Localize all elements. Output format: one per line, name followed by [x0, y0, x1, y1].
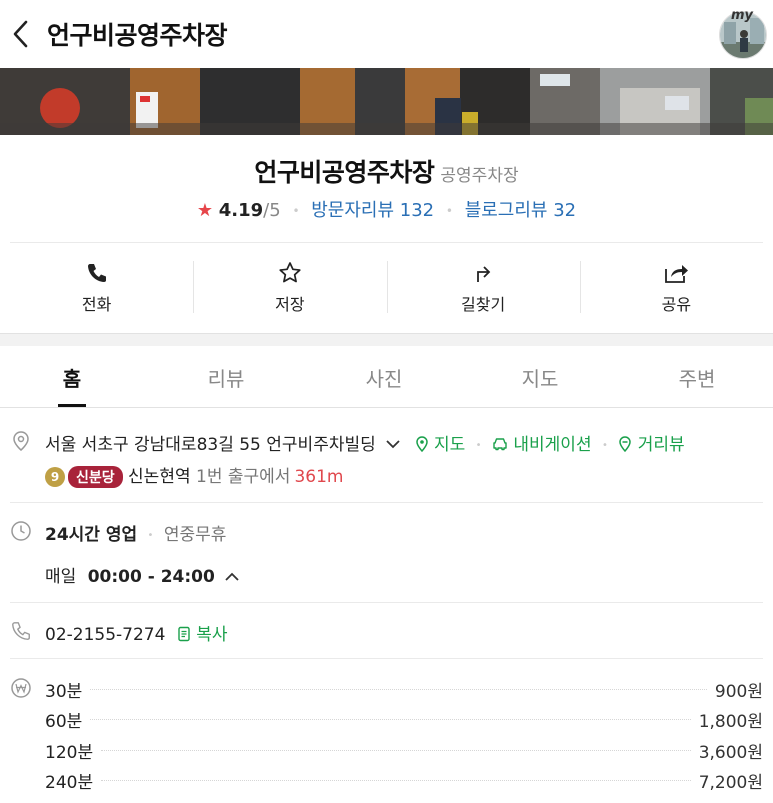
copy-icon [178, 626, 190, 642]
hours-time: 00:00 - 24:00 [87, 567, 215, 587]
copy-phone-button[interactable]: 복사 [177, 625, 228, 645]
won-currency-icon [10, 677, 32, 699]
star-icon: ★ [196, 200, 214, 221]
fee-leader [90, 718, 691, 720]
active-tab-indicator [58, 404, 86, 407]
clock-icon [10, 520, 32, 542]
hours-day: 매일 [45, 567, 77, 587]
fee-duration: 30분 [45, 681, 83, 702]
share-button[interactable]: 공유 [579, 243, 773, 331]
tab-photos[interactable]: 사진 [354, 346, 414, 408]
fee-price: 1,800원 [698, 711, 763, 732]
business-status: 24시간 영업 [45, 525, 138, 545]
fee-leader [101, 779, 691, 781]
action-bar: 전화 저장 길찾기 공유 [0, 243, 773, 331]
location-pin-icon [10, 430, 32, 452]
car-icon [493, 438, 507, 451]
directions-icon [477, 266, 491, 282]
separator-dot: • [475, 439, 482, 451]
phone-icon [87, 264, 106, 282]
tab-map[interactable]: 지도 [510, 346, 570, 408]
visitor-reviews-link[interactable]: 방문자리뷰 132 [311, 200, 434, 221]
directions-button[interactable]: 길찾기 [386, 243, 580, 331]
call-button[interactable]: 전화 [0, 243, 193, 331]
back-button[interactable] [6, 14, 36, 54]
exit-info: 1번 출구에서 [196, 467, 291, 487]
section-gap [0, 333, 773, 346]
divider [10, 502, 763, 503]
street-view-pin-icon [619, 436, 632, 453]
map-link[interactable]: 지도 [415, 435, 471, 455]
street-view-link[interactable]: 거리뷰 [618, 435, 685, 455]
divider [10, 658, 763, 659]
save-label: 저장 [275, 295, 305, 314]
share-label: 공유 [661, 295, 692, 314]
map-pin-icon [415, 436, 428, 453]
chevron-up-icon [225, 572, 239, 581]
map-link-label: 지도 [433, 435, 466, 455]
separator-dot: • [292, 204, 300, 218]
blog-reviews-link[interactable]: 블로그리뷰 32 [465, 200, 576, 221]
address-text: 서울 서초구 강남대로83길 55 언구비주차빌딩 [45, 435, 376, 455]
fee-duration: 60분 [45, 711, 83, 732]
fee-row: 120분 3,600원 [45, 738, 763, 763]
fee-price: 3,600원 [698, 742, 763, 763]
tab-reviews[interactable]: 리뷰 [196, 346, 256, 408]
fee-row: 240분 7,200원 [45, 768, 763, 793]
address-row: 서울 서초구 강남대로83길 55 언구비주차빌딩 지도 • 내비게이션 • 거… [45, 430, 685, 455]
place-title-row: 언구비공영주차장 공영주차장 [0, 153, 773, 189]
expand-address-button[interactable] [385, 435, 401, 455]
street-view-link-label: 거리뷰 [637, 435, 685, 455]
place-photo-banner[interactable] [0, 68, 773, 135]
hours-detail-row[interactable]: 매일 00:00 - 24:00 [45, 562, 240, 587]
holiday-info: 연중무휴 [163, 525, 227, 545]
phone-number[interactable]: 02-2155-7274 [45, 625, 165, 645]
place-category: 공영주차장 [440, 166, 519, 186]
fee-row: 60분 1,800원 [45, 707, 763, 732]
fee-duration: 240분 [45, 772, 94, 793]
tab-home[interactable]: 홈 [42, 346, 102, 408]
fee-row: 30분 900원 [45, 677, 763, 702]
separator-dot: • [147, 529, 154, 541]
top-bar: 언구비공영주차장 my [0, 0, 773, 68]
station-name: 신논현역 [128, 467, 191, 487]
page-title: 언구비공영주차장 [47, 21, 228, 50]
walking-distance: 361m [294, 467, 344, 487]
rating-score: 4.19 [218, 200, 264, 221]
star-outline-icon [279, 262, 301, 283]
fee-duration: 120분 [45, 742, 94, 763]
fee-leader [90, 688, 707, 690]
tab-bar: 홈 리뷰 사진 지도 주변 [0, 346, 773, 408]
rating-row: ★ 4.19/5 • 방문자리뷰 132 • 블로그리뷰 32 [0, 196, 773, 222]
fee-price: 7,200원 [698, 772, 763, 793]
tab-nearby[interactable]: 주변 [667, 346, 727, 408]
subway-line-name-badge: 신분당 [68, 466, 123, 488]
save-button[interactable]: 저장 [193, 243, 386, 331]
navigation-link[interactable]: 내비게이션 [492, 435, 597, 455]
avatar-badge: my [731, 8, 754, 23]
subway-line-badge: 9 [45, 467, 65, 487]
separator-dot: • [602, 439, 608, 451]
place-name: 언구비공영주차장 [254, 158, 435, 187]
transit-row: 9 신분당 신논현역 1번 출구에서 361m [45, 462, 343, 488]
fee-leader [101, 749, 691, 751]
separator-dot: • [445, 204, 453, 218]
directions-label: 길찾기 [461, 295, 506, 314]
copy-label: 복사 [196, 625, 228, 645]
call-label: 전화 [81, 295, 112, 314]
chevron-left-icon [13, 20, 28, 48]
share-icon [665, 265, 689, 283]
chevron-down-icon [386, 440, 400, 449]
navigation-link-label: 내비게이션 [513, 435, 592, 455]
phone-row: 02-2155-7274 복사 [45, 620, 228, 645]
divider [10, 602, 763, 603]
hours-status-row: 24시간 영업 • 연중무휴 [45, 520, 226, 545]
fee-price: 900원 [714, 681, 763, 702]
phone-outline-icon [10, 620, 32, 642]
rating-max: /5 [263, 200, 281, 221]
